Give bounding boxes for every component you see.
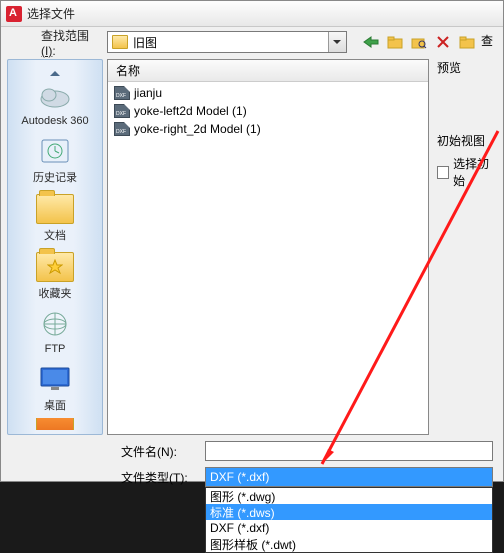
dxf-file-icon	[114, 104, 130, 118]
toolbar-icons: 查	[361, 32, 493, 52]
sidebar-item-favorites[interactable]: 收藏夹	[13, 248, 97, 304]
dropdown-arrow-icon[interactable]	[328, 32, 346, 52]
bottom-area: 文件名(N): 文件类型(T): DXF (*.dxf) 图形 (*.dwg) …	[1, 437, 503, 491]
back-icon[interactable]	[361, 32, 381, 52]
sidebar-item-documents[interactable]: 文档	[13, 190, 97, 246]
file-list-body[interactable]: jianju yoke-left2d Model (1) yoke-right_…	[108, 82, 428, 434]
folder-icon	[112, 35, 128, 49]
filetype-selected: DXF (*.dxf)	[206, 468, 492, 486]
sidebar-item-desktop[interactable]: 桌面	[13, 360, 97, 416]
checkbox-label: 选择初始	[453, 155, 497, 189]
preview-section: 预览	[437, 59, 497, 76]
lookin-dropdown[interactable]: 旧图	[107, 31, 347, 53]
right-pane: 预览 初始视图 选择初始	[429, 59, 497, 435]
places-sidebar: Autodesk 360 历史记录 文档 收藏夹 FTP 桌面	[7, 59, 103, 435]
lookin-label: 查找范围(I):	[41, 27, 99, 58]
file-row[interactable]: jianju	[112, 84, 424, 102]
dialog-title: 选择文件	[27, 5, 75, 22]
ftp-icon	[36, 309, 74, 341]
desktop-icon	[36, 363, 74, 395]
search-label[interactable]: 查	[481, 32, 493, 52]
dxf-file-icon	[114, 122, 130, 136]
sidebar-item-partial[interactable]	[13, 418, 97, 430]
favorites-icon	[36, 251, 74, 283]
file-row[interactable]: yoke-left2d Model (1)	[112, 102, 424, 120]
sidebar-item-label: 收藏夹	[39, 285, 72, 301]
file-row[interactable]: yoke-right_2d Model (1)	[112, 120, 424, 138]
initialview-label: 初始视图	[437, 132, 497, 149]
documents-icon	[36, 193, 74, 225]
filetype-option[interactable]: 图形 (*.dwg)	[206, 488, 492, 504]
filetype-option[interactable]: 标准 (*.dws)	[206, 504, 492, 520]
sidebar-item-label: 文档	[44, 227, 66, 243]
filetype-option[interactable]: DXF (*.dxf)	[206, 520, 492, 536]
filetype-options-list: 图形 (*.dwg) 标准 (*.dws) DXF (*.dxf) 图形样板 (…	[205, 487, 493, 553]
dxf-file-icon	[114, 86, 130, 100]
sidebar-scroll-up[interactable]	[13, 66, 97, 76]
center-area: 名称 jianju yoke-left2d Model (1) yoke-rig…	[107, 59, 497, 435]
sidebar-item-label: FTP	[45, 343, 66, 355]
file-name: jianju	[134, 86, 162, 100]
sidebar-item-history[interactable]: 历史记录	[13, 132, 97, 188]
titlebar[interactable]: 选择文件	[1, 1, 503, 27]
initialview-section: 初始视图 选择初始	[437, 132, 497, 189]
filetype-label: 文件类型(T):	[121, 469, 199, 486]
preview-label: 预览	[437, 59, 497, 76]
filename-input[interactable]	[205, 441, 493, 461]
history-icon	[36, 135, 74, 167]
cloud-icon	[36, 81, 74, 113]
file-name: yoke-right_2d Model (1)	[134, 122, 261, 136]
column-header-name[interactable]: 名称	[108, 60, 428, 82]
search-folder-icon[interactable]	[409, 32, 429, 52]
new-folder-icon[interactable]	[457, 32, 477, 52]
app-icon	[6, 6, 22, 22]
checkbox-icon[interactable]	[437, 166, 449, 179]
sidebar-item-label: Autodesk 360	[21, 115, 88, 127]
lookin-value: 旧图	[133, 34, 157, 51]
sidebar-item-label: 桌面	[44, 397, 66, 413]
lookin-toolbar: 查找范围(I): 旧图 查	[1, 27, 503, 57]
filename-row: 文件名(N):	[121, 441, 493, 461]
main-area: Autodesk 360 历史记录 文档 收藏夹 FTP 桌面	[1, 57, 503, 437]
sidebar-item-label: 历史记录	[33, 169, 77, 185]
up-folder-icon[interactable]	[385, 32, 405, 52]
filetype-dropdown[interactable]: DXF (*.dxf) 图形 (*.dwg) 标准 (*.dws) DXF (*…	[205, 467, 493, 487]
filename-label: 文件名(N):	[121, 443, 199, 460]
filetype-option[interactable]: 图形样板 (*.dwt)	[206, 536, 492, 552]
file-list[interactable]: 名称 jianju yoke-left2d Model (1) yoke-rig…	[107, 59, 429, 435]
sidebar-item-autodesk360[interactable]: Autodesk 360	[13, 78, 97, 130]
initialview-checkbox[interactable]: 选择初始	[437, 155, 497, 189]
file-name: yoke-left2d Model (1)	[134, 104, 247, 118]
delete-icon[interactable]	[433, 32, 453, 52]
file-dialog: 选择文件 查找范围(I): 旧图 查 Autodesk 360 历史	[0, 0, 504, 482]
filetype-row: 文件类型(T): DXF (*.dxf) 图形 (*.dwg) 标准 (*.dw…	[121, 467, 493, 487]
folder-icon	[36, 418, 74, 430]
sidebar-item-ftp[interactable]: FTP	[13, 306, 97, 358]
